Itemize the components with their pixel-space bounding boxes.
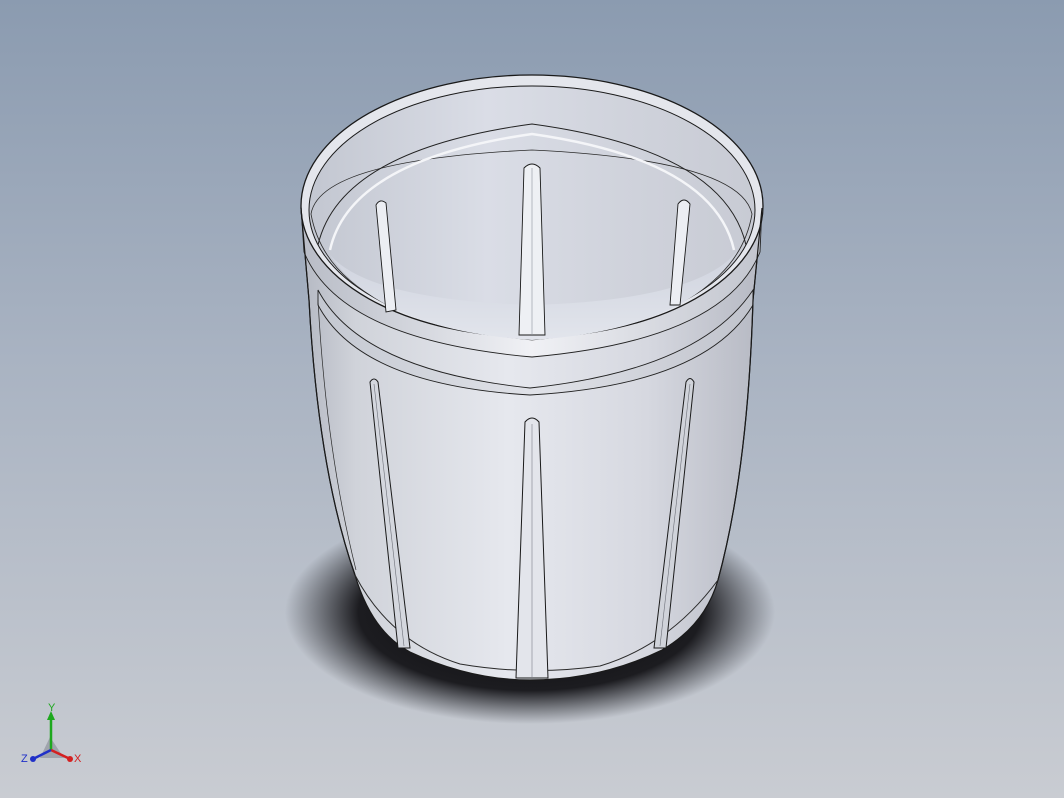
reference-triad-icon[interactable]: Y X Z: [18, 702, 90, 774]
triad-x-tip: [67, 756, 73, 762]
triad-z-label: Z: [21, 753, 28, 765]
3d-model-view[interactable]: [0, 0, 1064, 798]
triad-x-label: X: [74, 753, 82, 765]
triad-y-label: Y: [48, 702, 56, 714]
graphics-viewport[interactable]: Y X Z: [0, 0, 1064, 798]
triad-z-tip: [30, 756, 36, 762]
